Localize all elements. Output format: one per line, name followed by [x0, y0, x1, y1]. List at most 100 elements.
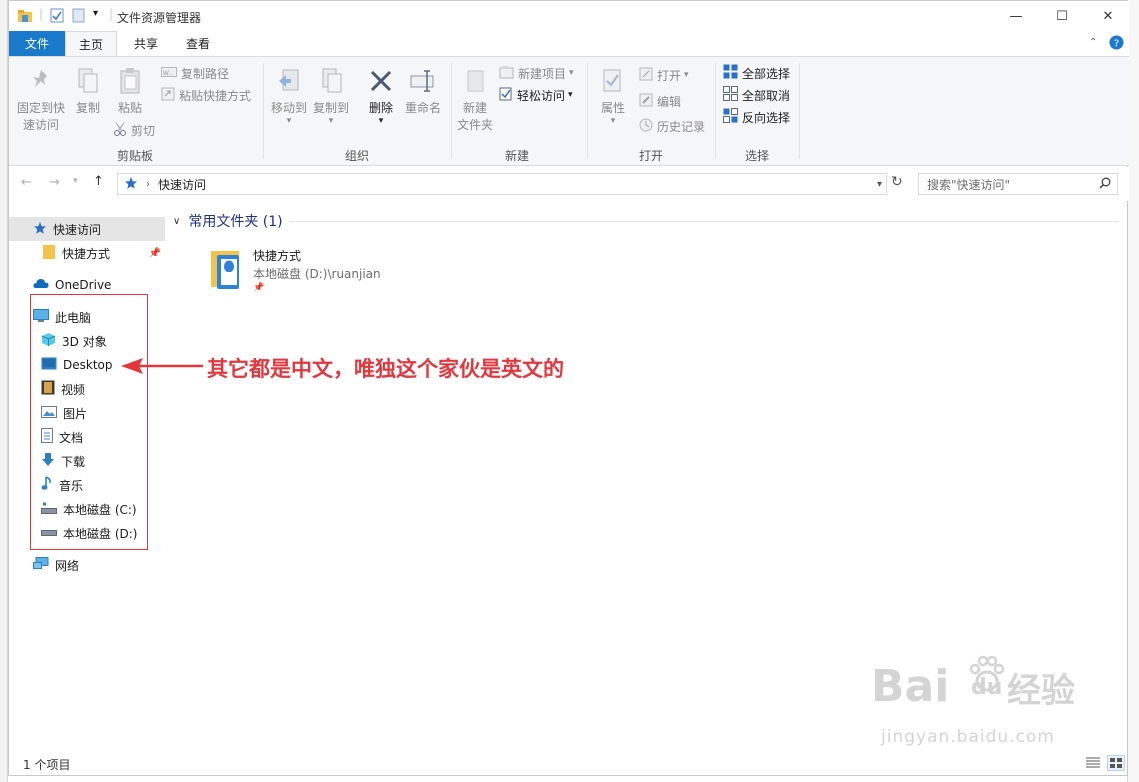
new-folder-button[interactable]: 新建 文件夹 [455, 67, 495, 134]
collapse-ribbon-icon[interactable]: ⌃ [1089, 37, 1097, 48]
tab-share[interactable]: 共享 [121, 31, 171, 56]
new-item-button[interactable]: 新建项目 ▾ [499, 63, 574, 83]
select-all-label: 全部选择 [742, 66, 791, 81]
watermark-du: du [971, 675, 1003, 700]
tab-file[interactable]: 文件 [9, 31, 65, 56]
ribbon-separator-5 [799, 63, 800, 159]
shortcut-folder-icon [207, 247, 247, 296]
ribbon-separator-4 [715, 63, 716, 159]
back-arrow-icon[interactable]: ← [21, 175, 32, 190]
open-button[interactable]: 打开 ▾ [639, 65, 689, 85]
search-icon [1099, 177, 1111, 192]
search-input[interactable]: 搜索"快速访问" [918, 173, 1118, 195]
nav-label: OneDrive [55, 278, 112, 292]
select-all-icon [723, 64, 738, 82]
new-group-label: 新建 [505, 149, 530, 163]
svg-text:W...: W... [163, 70, 174, 77]
nav-shortcuts[interactable]: 快捷方式 📌 [9, 241, 165, 265]
move-to-label: 移动到 [270, 101, 307, 115]
annotation-highlight-box [30, 294, 148, 550]
edit-button[interactable]: 编辑 [639, 91, 681, 111]
easy-access-button[interactable]: 轻松访问 ▾ [499, 85, 573, 105]
invert-selection-button[interactable]: 反向选择 [723, 107, 790, 127]
pin-label: 固定到快 速访问 [16, 101, 65, 132]
history-icon [639, 118, 653, 135]
folder-icon [43, 244, 56, 262]
properties-dropdown-icon: ▾ [610, 116, 616, 126]
forward-arrow-icon[interactable]: → [49, 175, 60, 190]
rename-label: 重命名 [404, 101, 441, 115]
delete-button[interactable]: 删除 ▾ [361, 67, 401, 126]
title-separator: | [39, 7, 44, 21]
address-path[interactable]: 快速访问 [158, 176, 206, 193]
new-item-dropdown-icon: ▾ [569, 68, 574, 78]
address-bar-row: ← → ▾ ↑ › 快速访问 ▾ ↻ 搜索"快速访问" [9, 167, 1129, 201]
paste-button[interactable]: 粘贴 [111, 67, 149, 117]
select-none-button[interactable]: 全部取消 [723, 85, 790, 105]
frequent-folders-header[interactable]: ∨ 常用文件夹 (1) [173, 211, 283, 231]
nav-network[interactable]: 网络 [9, 553, 165, 577]
group-header-label: 常用文件夹 (1) [188, 214, 283, 230]
pin-to-quick-access-button[interactable]: 固定到快 速访问 [15, 67, 67, 134]
invert-selection-icon [723, 108, 738, 126]
nav-quick-access[interactable]: 快速访问 [9, 217, 165, 241]
delete-x-icon [367, 67, 395, 100]
nav-label: 网络 [55, 558, 80, 573]
pinned-icon: 📌 [148, 247, 161, 259]
properties-label: 属性 [600, 101, 625, 115]
clipboard-group-label: 剪贴板 [117, 149, 154, 163]
folder-tile[interactable]: 快捷方式 本地磁盘 (D:)\ruanjian 📌 [207, 243, 427, 299]
tab-view[interactable]: 查看 [173, 31, 223, 56]
minimize-button[interactable]: — [993, 1, 1039, 31]
select-none-icon [723, 86, 738, 104]
group-divider [289, 221, 1119, 222]
select-none-label: 全部取消 [742, 88, 791, 103]
details-view-icon[interactable] [1085, 756, 1101, 773]
copy-button[interactable]: 复制 [69, 67, 107, 117]
refresh-icon[interactable]: ↻ [891, 174, 903, 190]
history-button[interactable]: 历史记录 [639, 116, 705, 136]
copy-path-button[interactable]: W... 复制路径 [161, 63, 229, 83]
up-arrow-icon[interactable]: ↑ [93, 174, 104, 189]
properties-qa-icon[interactable] [50, 8, 65, 26]
new-item-icon [499, 65, 514, 82]
copy-to-label: 复制到 [312, 101, 349, 115]
properties-button[interactable]: 属性 ▾ [593, 67, 633, 126]
move-to-button[interactable]: 移动到 ▾ [269, 67, 309, 126]
copy-to-button[interactable]: 复制到 ▾ [311, 67, 351, 126]
cut-label: 剪切 [131, 123, 156, 138]
folder-name: 快捷方式 [253, 249, 302, 263]
nav-label: 快速访问 [53, 222, 102, 237]
watermark-brand: Bai [871, 661, 950, 712]
address-dropdown-icon[interactable]: ▾ [877, 179, 882, 190]
properties-icon [601, 67, 625, 100]
history-label: 历史记录 [657, 119, 706, 134]
address-field[interactable]: › 快速访问 ▾ [117, 173, 887, 195]
help-icon[interactable]: ? [1109, 35, 1124, 53]
maximize-button[interactable]: ☐ [1039, 1, 1085, 31]
invert-selection-label: 反向选择 [742, 110, 791, 125]
copy-icon [76, 67, 100, 100]
recent-locations-dropdown-icon[interactable]: ▾ [73, 176, 78, 186]
select-all-button[interactable]: 全部选择 [723, 63, 790, 83]
paste-shortcut-label: 粘贴快捷方式 [179, 88, 252, 103]
move-to-icon [277, 67, 301, 100]
watermark-jingyan: 经验 [1007, 671, 1075, 711]
large-icons-view-icon[interactable] [1107, 755, 1125, 771]
customize-qa-dropdown-icon[interactable]: ▾ [93, 8, 98, 19]
search-placeholder: 搜索"快速访问" [927, 177, 1011, 192]
ribbon: 固定到快 速访问 复制 粘贴 W... 复制路径 粘贴快捷方式 剪切 剪贴板 移… [9, 56, 1129, 166]
ribbon-separator-2 [451, 63, 452, 159]
delete-dropdown-icon: ▾ [378, 116, 384, 126]
file-explorer-window: | ▾ | 文件资源管理器 — ☐ ✕ 文件 主页 共享 查看 ⌃ ? 固定到快… [8, 0, 1131, 776]
paste-shortcut-button[interactable]: 粘贴快捷方式 [161, 85, 251, 105]
tab-home[interactable]: 主页 [65, 31, 117, 56]
collapse-chevron-icon: ∨ [173, 215, 181, 227]
explorer-folder-icon[interactable] [17, 8, 33, 27]
close-button[interactable]: ✕ [1085, 1, 1131, 31]
cut-button[interactable]: 剪切 [113, 120, 155, 140]
edit-icon [639, 93, 653, 110]
new-folder-qa-icon[interactable] [72, 8, 85, 26]
rename-button[interactable]: 重命名 [403, 67, 443, 117]
copy-to-dropdown-icon: ▾ [328, 116, 334, 126]
